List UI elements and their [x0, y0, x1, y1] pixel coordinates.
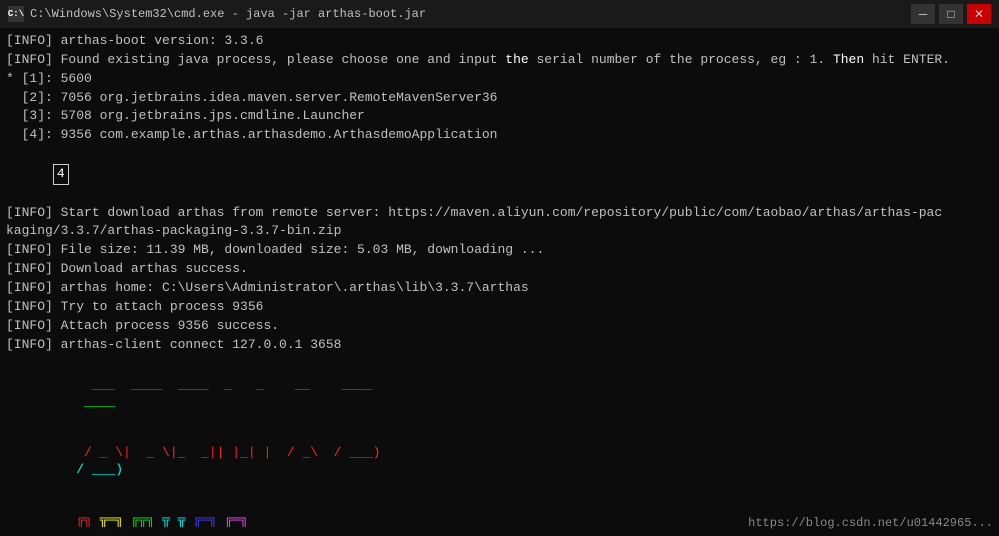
app-icon: C:\: [8, 6, 24, 22]
window-title: C:\Windows\System32\cmd.exe - java -jar …: [30, 7, 911, 21]
watermark: https://blog.csdn.net/u01442965...: [748, 516, 993, 530]
line-7: [INFO] Start download arthas from remote…: [6, 204, 993, 223]
maximize-button[interactable]: □: [939, 4, 963, 24]
line-6: [4]: 9356 com.example.arthas.arthasdemo.…: [6, 126, 993, 145]
line-12: [INFO] Try to attach process 9356: [6, 298, 993, 317]
line-4: [2]: 7056 org.jetbrains.idea.maven.serve…: [6, 89, 993, 108]
line-5: [3]: 5708 org.jetbrains.jps.cmdline.Laun…: [6, 107, 993, 126]
logo-row-1: ___ ____ ____ _ _ __ ____ ____: [6, 360, 993, 428]
line-9: [INFO] File size: 11.39 MB, downloaded s…: [6, 241, 993, 260]
window: C:\ C:\Windows\System32\cmd.exe - java -…: [0, 0, 999, 536]
line-13: [INFO] Attach process 9356 success.: [6, 317, 993, 336]
terminal-body[interactable]: [INFO] arthas-boot version: 3.3.6 [INFO]…: [0, 28, 999, 536]
line-3: * [1]: 5600: [6, 70, 993, 89]
line-14: [INFO] arthas-client connect 127.0.0.1 3…: [6, 336, 993, 355]
logo-row-2: / _ \| _ \|_ _|| |_| | / _\ / ___) / ___…: [6, 428, 993, 496]
arthas-logo: ___ ____ ____ _ _ __ ____ ____ / _ \| _ …: [6, 360, 993, 536]
line-1: [INFO] arthas-boot version: 3.3.6: [6, 32, 993, 51]
line-8: kaging/3.3.7/arthas-packaging-3.3.7-bin.…: [6, 222, 993, 241]
line-11: [INFO] arthas home: C:\Users\Administrat…: [6, 279, 993, 298]
line-10: [INFO] Download arthas success.: [6, 260, 993, 279]
close-button[interactable]: ✕: [967, 4, 991, 24]
line-input: 4: [6, 145, 993, 204]
titlebar: C:\ C:\Windows\System32\cmd.exe - java -…: [0, 0, 999, 28]
window-controls: ─ □ ✕: [911, 4, 991, 24]
line-2: [INFO] Found existing java process, plea…: [6, 51, 993, 70]
minimize-button[interactable]: ─: [911, 4, 935, 24]
